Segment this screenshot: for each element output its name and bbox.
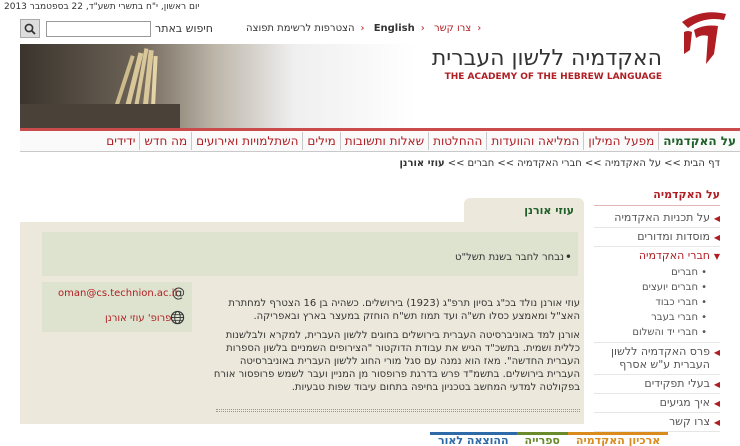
side-nav-label: חברי האקדמיה [638, 249, 710, 262]
menu-item-dictionary[interactable]: מפעל המילון [583, 132, 658, 150]
arrow-left-icon: ◀ [713, 214, 720, 223]
search-input[interactable] [46, 21, 151, 37]
site-subtitle: THE ACADEMY OF THE HEBREW LANGUAGE [444, 72, 662, 82]
bottom-tab-library[interactable]: ספרייה [516, 432, 568, 446]
election-notice-text: נבחר לחבר בשנת תשל"ט [454, 252, 564, 263]
side-subitem-honorary[interactable]: חברי כבוד [594, 295, 720, 310]
top-arrow-icon: ‹ [360, 23, 365, 34]
bullet-icon: • [564, 250, 572, 264]
arrow-left-icon: ◀ [713, 399, 720, 408]
top-arrow-icon: ‹ [420, 23, 425, 34]
side-nav-item-staff[interactable]: ◀ בעלי תפקידים [594, 375, 720, 394]
side-subitem-advisors[interactable]: חברים יועצים [594, 280, 720, 295]
divider [216, 409, 580, 412]
bio-paragraph: אורנן למד באוניברסיטה העברית בירושלים בח… [213, 330, 580, 393]
site-title[interactable]: האקדמיה ללשון העברית [432, 46, 662, 71]
breadcrumb-separator: >> [584, 158, 602, 169]
breadcrumb-home[interactable]: דף הבית [684, 158, 720, 169]
breadcrumb-current: עוזי אורנן [399, 158, 445, 169]
mailing-list-link[interactable]: הצטרפות לרשימת תפוצה [246, 23, 355, 34]
main-menu: על האקדמיה מפעל המילון המליאה והוועדות ה… [20, 128, 740, 152]
bottom-tab-publishing[interactable]: ההוצאה לאור [430, 432, 517, 446]
breadcrumb-separator: >> [497, 158, 515, 169]
side-nav-label: בעלי תפקידים [644, 377, 710, 390]
date-line: יום ראשון, י"ח בתשרי תשע"ד, 22 בספטמבר 2… [4, 2, 200, 12]
menu-item-words[interactable]: מילים [302, 132, 339, 150]
side-nav: על האקדמיה ◀ על תכניות האקדמיה ◀ מוסדות ומ… [594, 188, 720, 432]
breadcrumb-about[interactable]: על האקדמיה [605, 158, 661, 169]
breadcrumb-members[interactable]: חברי האקדמיה [517, 158, 582, 169]
top-arrow-icon: ‹ [477, 23, 482, 34]
email-link[interactable]: oman@cs.technion.ac.il [58, 288, 177, 299]
website-link[interactable]: פרופ' עוזי אורנן [105, 313, 171, 324]
side-nav-item-programs[interactable]: ◀ על תכניות האקדמיה [594, 209, 720, 228]
menu-item-about[interactable]: על האקדמיה [658, 132, 740, 150]
side-nav-item-directions[interactable]: ◀ איך מגיעים [594, 394, 720, 413]
side-nav-label: מוסדות ומדורים [637, 230, 710, 243]
breadcrumb-separator: >> [664, 158, 681, 169]
biography: עוזי אורנן נולד בכ"ג בסיון תרפ"ג (1923) … [210, 297, 580, 400]
search-button[interactable] [20, 19, 40, 38]
menu-item-plenum[interactable]: המליאה והוועדות [486, 132, 583, 150]
bottom-tabs: ארכיון האקדמיה ספרייה ההוצאה לאור [430, 432, 669, 446]
search-icon [24, 23, 36, 35]
menu-item-friends[interactable]: ידידים [102, 132, 139, 150]
breadcrumb-fellows[interactable]: חברים [468, 158, 495, 169]
menu-item-news[interactable]: מה חדש [139, 132, 191, 150]
contact-link[interactable]: צרו קשר [434, 23, 471, 34]
side-nav-item-members[interactable]: ▼ חברי האקדמיה [594, 247, 720, 265]
menu-item-qa[interactable]: שאלות ותשובות [339, 132, 428, 150]
side-subitem-former[interactable]: חברי בעבר [594, 310, 720, 325]
side-nav-label: איך מגיעים [659, 396, 710, 409]
arrow-left-icon: ◀ [713, 348, 720, 357]
side-subitem-fellows[interactable]: חברים [594, 265, 720, 280]
globe-icon [170, 310, 185, 325]
top-nav: ‹ צרו קשר ‹ English ‹ הצטרפות לרשימת תפוצה [240, 23, 481, 34]
arrow-left-icon: ◀ [713, 380, 720, 389]
arrow-left-icon: ◀ [713, 233, 720, 242]
bio-paragraph: עוזי אורנן נולד בכ"ג בסיון תרפ"ג (1923) … [228, 298, 580, 322]
side-nav-item-prize[interactable]: ◀ פרס האקדמיה ללשון העברית ע"ש אסרף [594, 343, 720, 375]
english-link[interactable]: English [374, 23, 415, 34]
arrow-down-icon: ▼ [713, 252, 720, 261]
menu-item-events[interactable]: השתלמויות ואירועים [191, 132, 302, 150]
side-nav-label: צרו קשר [668, 415, 710, 428]
side-nav-item-contact[interactable]: ◀ צרו קשר [594, 413, 720, 432]
breadcrumb: דף הבית>>על האקדמיה>>חברי האקדמיה>>חברים… [397, 158, 721, 169]
side-subitem-memorial[interactable]: חברי יד והשלום [594, 325, 720, 343]
menu-item-decisions[interactable]: ההחלטות [428, 132, 486, 150]
side-nav-title[interactable]: על האקדמיה [594, 188, 720, 206]
side-nav-label: על תכניות האקדמיה [614, 211, 710, 224]
bottom-tab-archive[interactable]: ארכיון האקדמיה [567, 432, 669, 446]
academy-logo-icon[interactable] [674, 6, 736, 68]
tab-member-name[interactable]: עוזי אורנן [464, 198, 584, 224]
breadcrumb-separator: >> [447, 158, 465, 169]
search-label: חיפוש באתר [155, 22, 213, 35]
side-nav-label: פרס האקדמיה ללשון העברית ע"ש אסרף [611, 345, 710, 371]
arrow-left-icon: ◀ [713, 418, 720, 427]
side-nav-item-institutions[interactable]: ◀ מוסדות ומדורים [594, 228, 720, 247]
